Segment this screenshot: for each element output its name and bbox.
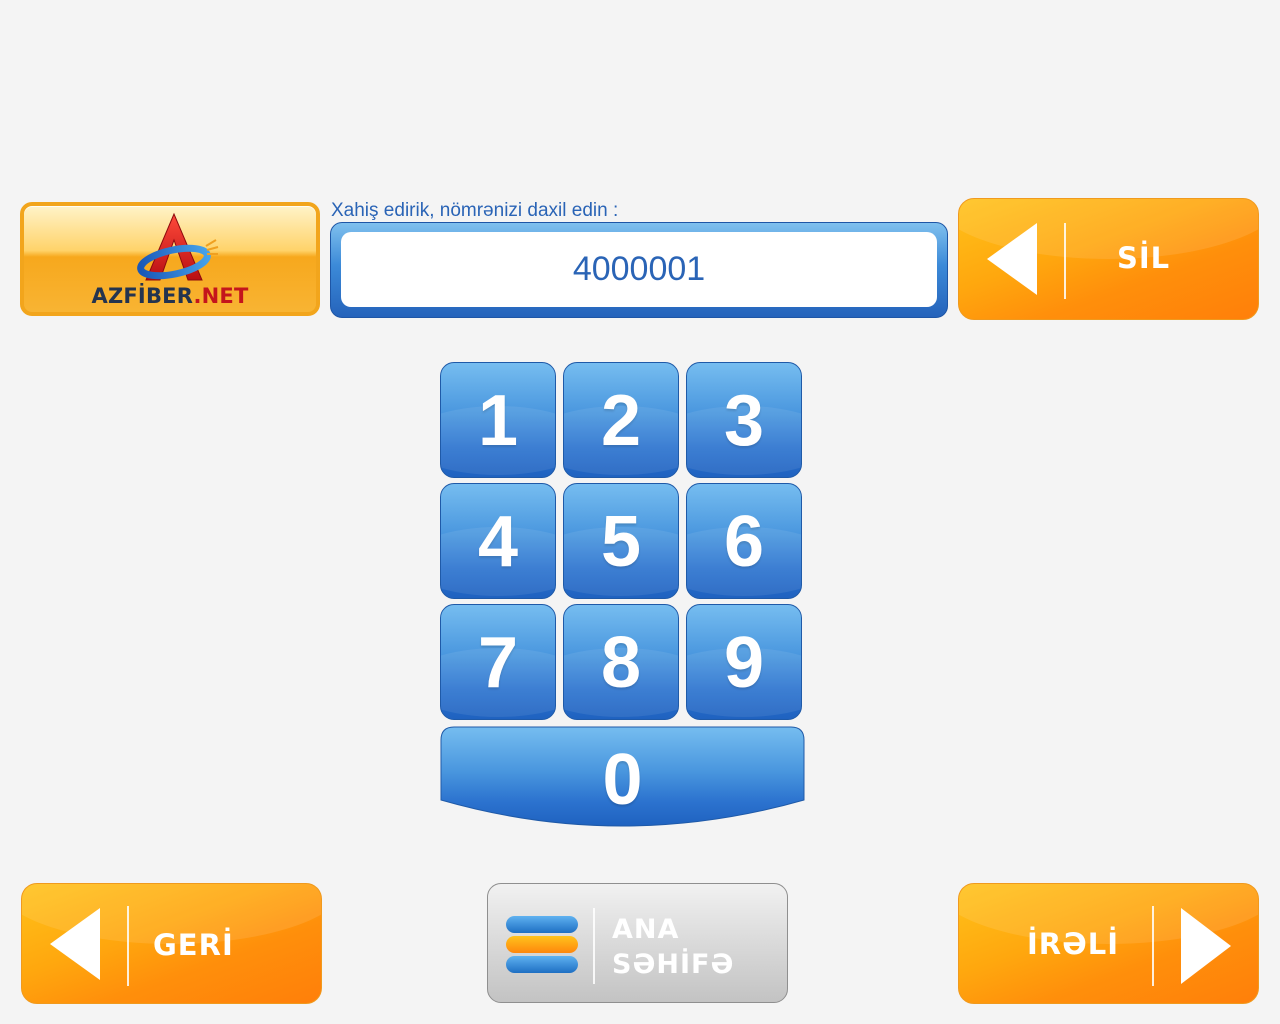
azfiber-logo-icon [137,212,219,281]
back-button[interactable]: GERİ [21,883,322,1004]
key-4[interactable]: 4 [440,483,556,599]
key-9[interactable]: 9 [686,604,802,720]
key-5[interactable]: 5 [563,483,679,599]
delete-button[interactable]: SİL [958,198,1259,320]
logo-text: AZFİBER.NET [91,284,249,308]
home-button-label: ANA SƏHİFƏ [612,912,734,982]
key-6[interactable]: 6 [686,483,802,599]
number-prompt-label: Xahiş edirik, nömrənizi daxil edin : [331,200,619,221]
key-1[interactable]: 1 [440,362,556,478]
key-7[interactable]: 7 [440,604,556,720]
number-display-frame [330,222,948,318]
home-stack-icon [506,916,578,974]
key-3[interactable]: 3 [686,362,802,478]
arrow-left-icon [987,223,1037,295]
home-label-line1: ANA [612,914,680,945]
button-divider [1152,906,1154,986]
azfiber-logo[interactable]: AZFİBER.NET [20,202,320,316]
arrow-right-icon [1181,908,1231,984]
button-divider [1064,223,1066,299]
forward-button-label: İRƏLİ [1027,927,1120,961]
back-button-label: GERİ [153,928,234,962]
arrow-left-icon [50,908,100,980]
button-divider [593,908,595,984]
key-0[interactable]: 0 [440,726,805,830]
delete-button-label: SİL [1117,241,1171,275]
home-label-line2: SƏHİFƏ [612,949,735,980]
key-2[interactable]: 2 [563,362,679,478]
key-8[interactable]: 8 [563,604,679,720]
home-button[interactable]: ANA SƏHİFƏ [487,883,788,1003]
number-input-field[interactable] [341,232,937,307]
button-divider [127,906,129,986]
key-0-label: 0 [602,740,643,820]
forward-button[interactable]: İRƏLİ [958,883,1259,1004]
